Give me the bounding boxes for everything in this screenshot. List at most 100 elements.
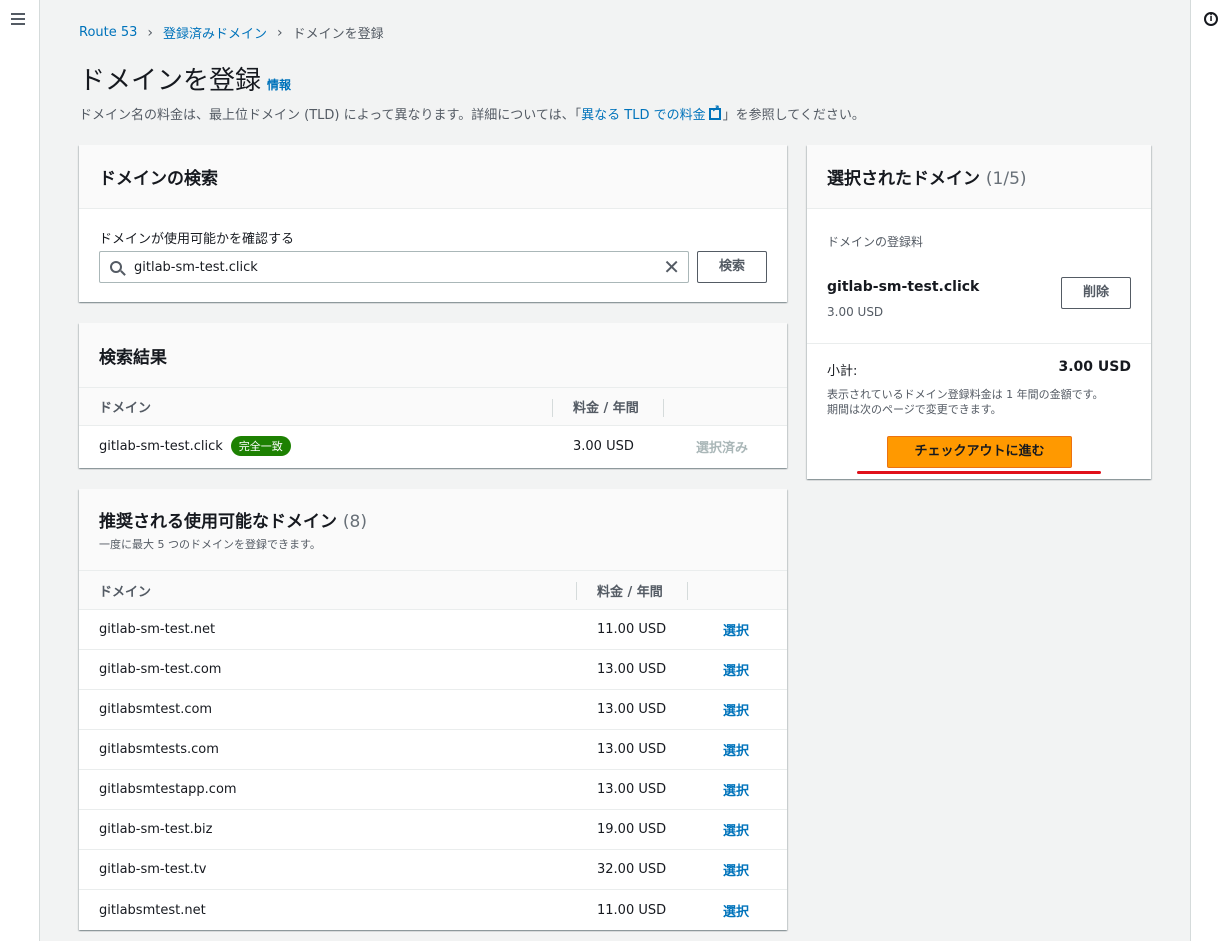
suggested-panel-title: 推奨される使用可能なドメイン (8): [99, 507, 767, 532]
subtotal-label: 小計:: [827, 364, 858, 379]
select-link[interactable]: 選択: [723, 620, 749, 639]
select-link[interactable]: 選択: [723, 700, 749, 719]
column-divider: [576, 582, 577, 600]
result-domain: gitlab-sm-test.click 完全一致: [99, 436, 291, 456]
selected-domain-price: 3.00 USD: [827, 305, 884, 319]
suggested-price: 13.00 USD: [597, 742, 667, 757]
suggested-domain: gitlabsmtest.com: [99, 702, 213, 717]
result-price: 3.00 USD: [573, 438, 634, 454]
search-panel-title: ドメインの検索: [99, 169, 218, 189]
results-panel-title: 検索結果: [99, 347, 167, 368]
col-price: 料金 / 年間: [573, 401, 639, 416]
delete-button[interactable]: 削除: [1061, 277, 1131, 309]
fee-note-line2: 期間は次のページで変更できます。: [827, 403, 1002, 416]
suggested-domain: gitlabsmtestapp.com: [99, 782, 237, 797]
table-row: gitlab-sm-test.click 完全一致 3.00 USD 選択済み: [79, 426, 787, 466]
col-domain: ドメイン: [99, 584, 152, 600]
desc-text: ドメイン名の料金は、最上位ドメイン (TLD) によって異なります。詳細について…: [79, 108, 582, 123]
menu-icon[interactable]: [11, 13, 25, 25]
right-tools-bar: i: [1190, 0, 1231, 941]
panel-header: 選択されたドメイン (1/5): [807, 145, 1151, 209]
suggested-domain: gitlab-sm-test.tv: [99, 862, 207, 877]
panel-header: 推奨される使用可能なドメイン (8) 一度に最大 5 つのドメインを登録できます…: [79, 489, 787, 571]
fee-label: ドメインの登録料: [827, 235, 924, 249]
result-selected: 選択済み: [696, 440, 749, 456]
select-link[interactable]: 選択: [723, 660, 749, 679]
select-link[interactable]: 選択: [723, 780, 749, 799]
info-link[interactable]: 情報: [267, 78, 291, 92]
breadcrumb-route53[interactable]: Route 53: [79, 25, 137, 40]
suggested-title-text: 推奨される使用可能なドメイン: [99, 512, 337, 532]
divider: [807, 343, 1151, 344]
suggested-domain: gitlab-sm-test.net: [99, 622, 216, 637]
select-link[interactable]: 選択: [723, 901, 749, 920]
table-row: gitlabsmtests.com 13.00 USD 選択: [79, 730, 787, 770]
domain-search-panel: ドメインの検索 ドメインが使用可能かを確認する gitlab-sm-test.c…: [79, 145, 787, 302]
suggested-count: (8): [342, 512, 368, 532]
suggested-rows: gitlab-sm-test.net 11.00 USD 選択 gitlab-sm-t…: [79, 610, 787, 930]
suggested-price: 11.00 USD: [597, 902, 667, 918]
suggested-price: 13.00 USD: [597, 702, 667, 717]
selected-count: (1/5): [985, 169, 1027, 189]
table-row: gitlab-sm-test.tv 32.00 USD 選択: [79, 850, 787, 890]
clear-icon[interactable]: ✕: [663, 257, 680, 277]
tld-pricing-link[interactable]: 異なる TLD での料金: [581, 104, 722, 123]
left-nav-bar: [0, 0, 40, 941]
tld-pricing-link-text: 異なる TLD での料金: [581, 108, 706, 123]
select-link[interactable]: 選択: [723, 740, 749, 759]
column-divider: [552, 399, 553, 417]
panel-header: ドメインの検索: [79, 145, 787, 209]
page-title-text: ドメインを登録: [79, 66, 262, 96]
table-row: gitlabsmtest.net 11.00 USD 選択: [79, 890, 787, 930]
col-domain: ドメイン: [99, 401, 152, 416]
table-row: gitlab-sm-test.com 13.00 USD 選択: [79, 650, 787, 690]
select-link[interactable]: 選択: [723, 860, 749, 879]
suggested-price: 11.00 USD: [597, 622, 667, 637]
suggested-domain: gitlabsmtests.com: [99, 742, 219, 757]
breadcrumb-registered-domains[interactable]: 登録済みドメイン: [163, 23, 267, 42]
suggested-price: 13.00 USD: [597, 782, 667, 797]
column-divider: [687, 582, 688, 600]
breadcrumb-current: ドメインを登録: [292, 27, 384, 42]
highlight-underline: [857, 471, 1101, 474]
search-button[interactable]: 検索: [697, 251, 767, 283]
suggested-domain: gitlab-sm-test.biz: [99, 822, 213, 837]
breadcrumb: Route 53 › 登録済みドメイン › ドメインを登録: [79, 23, 384, 43]
column-divider: [663, 399, 664, 417]
info-icon[interactable]: i: [1204, 12, 1218, 26]
suggested-subtitle: 一度に最大 5 つのドメインを登録できます。: [99, 538, 321, 551]
suggested-domains-panel: 推奨される使用可能なドメイン (8) 一度に最大 5 つのドメインを登録できます…: [79, 489, 787, 930]
panel-header: 検索結果: [79, 323, 787, 387]
suggested-price: 13.00 USD: [597, 662, 667, 677]
fee-note-line1: 表示されているドメイン登録料金は 1 年間の金額です。: [827, 388, 1104, 401]
search-label: ドメインが使用可能かを確認する: [99, 232, 295, 247]
search-input-value: gitlab-sm-test.click: [134, 259, 258, 275]
selected-panel-title: 選択されたドメイン (1/5): [827, 164, 1131, 189]
external-link-icon: [708, 104, 721, 120]
search-icon: [110, 261, 122, 273]
suggested-price: 32.00 USD: [597, 862, 667, 877]
table-row: gitlab-sm-test.net 11.00 USD 選択: [79, 610, 787, 650]
page-title: ドメインを登録 情報: [79, 60, 291, 97]
domain-search-input[interactable]: gitlab-sm-test.click ✕: [99, 251, 689, 283]
subtotal-value: 3.00 USD: [1058, 359, 1132, 375]
suggested-table-header: ドメイン 料金 / 年間: [79, 571, 787, 610]
search-results-panel: 検索結果 ドメイン 料金 / 年間 gitlab-sm-test.click 完全…: [79, 323, 787, 468]
table-row: gitlabsmtestapp.com 13.00 USD 選択: [79, 770, 787, 810]
chevron-right-icon: ›: [147, 24, 154, 41]
desc-text-after: 」を参照してください。: [722, 108, 865, 123]
selected-title-text: 選択されたドメイン: [827, 169, 980, 189]
chevron-right-icon: ›: [277, 24, 283, 41]
checkout-button[interactable]: チェックアウトに進む: [887, 436, 1072, 468]
selected-domains-panel: 選択されたドメイン (1/5) ドメインの登録料 gitlab-sm-test.…: [807, 145, 1151, 479]
suggested-domain: gitlab-sm-test.com: [99, 662, 222, 677]
select-link[interactable]: 選択: [723, 820, 749, 839]
fee-note: 表示されているドメイン登録料金は 1 年間の金額です。 期間は次のページで変更で…: [827, 387, 1104, 417]
page-description: ドメイン名の料金は、最上位ドメイン (TLD) によって異なります。詳細について…: [79, 104, 865, 123]
results-table-header: ドメイン 料金 / 年間: [79, 387, 787, 426]
table-row: gitlab-sm-test.biz 19.00 USD 選択: [79, 810, 787, 850]
suggested-price: 19.00 USD: [597, 822, 667, 837]
result-domain-text: gitlab-sm-test.click: [99, 438, 223, 454]
table-row: gitlabsmtest.com 13.00 USD 選択: [79, 690, 787, 730]
col-price: 料金 / 年間: [597, 584, 663, 600]
